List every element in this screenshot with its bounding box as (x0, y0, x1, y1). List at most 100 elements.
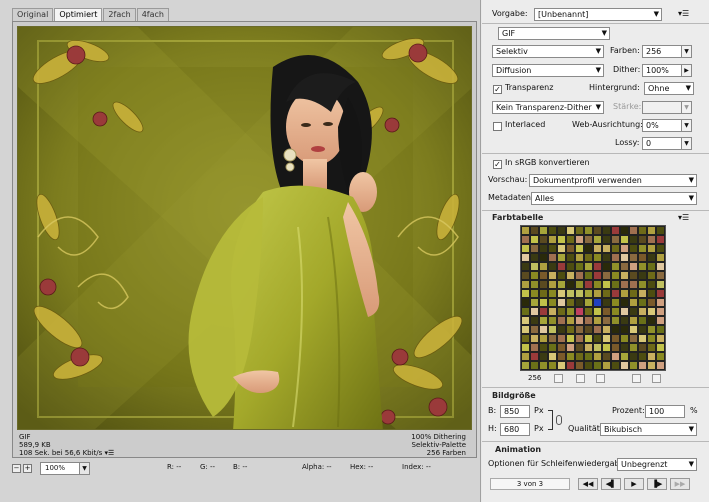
color-swatch[interactable] (575, 298, 584, 307)
previous-frame-button[interactable]: ◀▌ (601, 478, 621, 490)
chevron-down-icon[interactable]: ▼ (80, 461, 90, 475)
colors-dropdown[interactable]: ▼ (681, 45, 692, 58)
color-swatch[interactable] (539, 271, 548, 280)
color-swatch[interactable] (629, 253, 638, 262)
color-swatch[interactable] (584, 298, 593, 307)
color-swatch[interactable] (593, 343, 602, 352)
color-swatch[interactable] (620, 307, 629, 316)
color-swatch[interactable] (584, 334, 593, 343)
color-swatch[interactable] (611, 280, 620, 289)
transparency-checkbox[interactable]: ✓ (493, 85, 502, 94)
tab-2fach[interactable]: 2fach (103, 8, 136, 21)
color-swatch[interactable] (539, 262, 548, 271)
color-swatch[interactable] (629, 226, 638, 235)
color-swatch[interactable] (620, 334, 629, 343)
color-swatch[interactable] (557, 271, 566, 280)
color-swatch[interactable] (539, 361, 548, 370)
lossy-input[interactable]: 0 (642, 137, 682, 150)
color-swatch[interactable] (548, 271, 557, 280)
color-swatch[interactable] (575, 334, 584, 343)
color-swatch[interactable] (575, 343, 584, 352)
color-swatch[interactable] (611, 361, 620, 370)
color-swatch[interactable] (656, 325, 665, 334)
optimized-image[interactable] (17, 26, 472, 430)
color-swatch[interactable] (638, 343, 647, 352)
color-swatch[interactable] (629, 352, 638, 361)
color-swatch[interactable] (548, 361, 557, 370)
color-swatch[interactable] (530, 262, 539, 271)
last-frame-button[interactable]: ▶▶ (670, 478, 690, 490)
colors-input[interactable]: 256 (642, 45, 682, 58)
color-swatch[interactable] (548, 235, 557, 244)
color-swatch[interactable] (584, 325, 593, 334)
color-swatch[interactable] (638, 235, 647, 244)
color-swatch[interactable] (620, 262, 629, 271)
color-swatch[interactable] (656, 316, 665, 325)
matte-select[interactable]: Ohne ▼ (644, 82, 694, 95)
color-swatch[interactable] (521, 271, 530, 280)
color-swatch[interactable] (638, 361, 647, 370)
color-swatch[interactable] (539, 352, 548, 361)
color-swatch[interactable] (656, 244, 665, 253)
color-swatch[interactable] (593, 280, 602, 289)
color-swatch[interactable] (548, 325, 557, 334)
color-swatch[interactable] (566, 316, 575, 325)
reduction-select[interactable]: Selektiv ▼ (492, 45, 604, 58)
color-swatch[interactable] (620, 361, 629, 370)
color-swatch[interactable] (629, 244, 638, 253)
color-swatch[interactable] (530, 361, 539, 370)
color-swatch[interactable] (521, 235, 530, 244)
color-swatch[interactable] (620, 253, 629, 262)
color-swatch[interactable] (575, 361, 584, 370)
color-swatch[interactable] (539, 307, 548, 316)
color-swatch[interactable] (593, 325, 602, 334)
color-swatch[interactable] (584, 253, 593, 262)
color-swatch[interactable] (647, 226, 656, 235)
color-swatch[interactable] (647, 316, 656, 325)
color-swatch[interactable] (611, 343, 620, 352)
color-swatch[interactable] (530, 253, 539, 262)
color-swatch[interactable] (638, 280, 647, 289)
color-swatch[interactable] (584, 343, 593, 352)
width-input[interactable]: 850 (500, 405, 530, 418)
color-swatch[interactable] (602, 226, 611, 235)
color-swatch[interactable] (647, 271, 656, 280)
web-snap-dropdown[interactable]: ▼ (681, 119, 692, 132)
color-swatch[interactable] (593, 226, 602, 235)
color-swatch[interactable] (566, 307, 575, 316)
color-swatch[interactable] (638, 325, 647, 334)
map-color-icon[interactable] (554, 374, 563, 383)
color-swatch[interactable] (602, 361, 611, 370)
color-swatch[interactable] (638, 253, 647, 262)
color-swatch[interactable] (593, 253, 602, 262)
color-swatch[interactable] (611, 334, 620, 343)
color-swatch[interactable] (584, 289, 593, 298)
color-swatch[interactable] (539, 298, 548, 307)
color-swatch[interactable] (638, 262, 647, 271)
color-table[interactable] (520, 225, 666, 371)
color-swatch[interactable] (647, 298, 656, 307)
color-swatch[interactable] (566, 298, 575, 307)
color-swatch[interactable] (575, 316, 584, 325)
color-swatch[interactable] (548, 298, 557, 307)
color-swatch[interactable] (548, 352, 557, 361)
color-swatch[interactable] (656, 289, 665, 298)
color-swatch[interactable] (566, 343, 575, 352)
color-swatch[interactable] (647, 262, 656, 271)
color-swatch[interactable] (611, 253, 620, 262)
color-swatch[interactable] (629, 289, 638, 298)
color-swatch[interactable] (638, 271, 647, 280)
color-swatch[interactable] (530, 352, 539, 361)
color-swatch[interactable] (656, 253, 665, 262)
trash-icon[interactable] (652, 374, 661, 383)
color-swatch[interactable] (575, 271, 584, 280)
color-swatch[interactable] (530, 325, 539, 334)
color-swatch[interactable] (575, 352, 584, 361)
color-swatch[interactable] (629, 325, 638, 334)
tab-optimiert[interactable]: Optimiert (54, 8, 103, 21)
zoom-field[interactable]: 100% (40, 461, 80, 475)
color-swatch[interactable] (548, 343, 557, 352)
format-select[interactable]: GIF ▼ (498, 27, 610, 40)
color-swatch[interactable] (521, 298, 530, 307)
color-swatch[interactable] (656, 271, 665, 280)
